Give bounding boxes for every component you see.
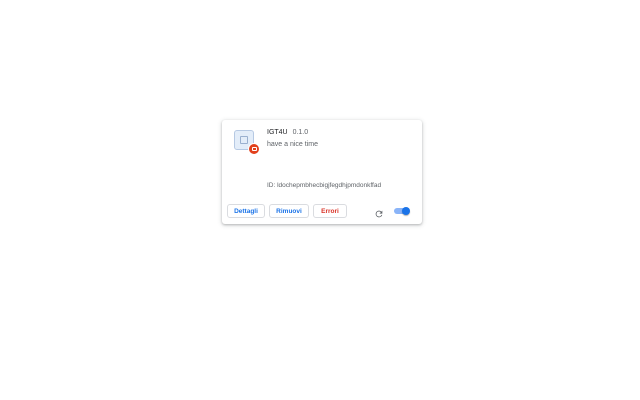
enable-toggle[interactable]	[394, 207, 410, 215]
extension-id: ID: ldochepmbhecbigjfegdhjpmdonkffad	[267, 182, 382, 189]
extension-icon	[234, 130, 260, 155]
extension-description: have a nice time	[267, 141, 318, 148]
red-badge-icon	[248, 143, 260, 155]
extension-card: IGT4U 0.1.0 have a nice time ID: ldochep…	[222, 120, 422, 224]
extension-version: 0.1.0	[292, 129, 309, 136]
extension-name: IGT4U	[267, 129, 288, 136]
details-button[interactable]: Dettagli	[227, 204, 265, 218]
errors-button[interactable]: Errori	[313, 204, 347, 218]
reload-icon[interactable]	[374, 206, 384, 218]
extension-title: IGT4U 0.1.0	[267, 129, 308, 136]
remove-button[interactable]: Rimuovi	[269, 204, 309, 218]
toggle-knob	[402, 207, 410, 215]
